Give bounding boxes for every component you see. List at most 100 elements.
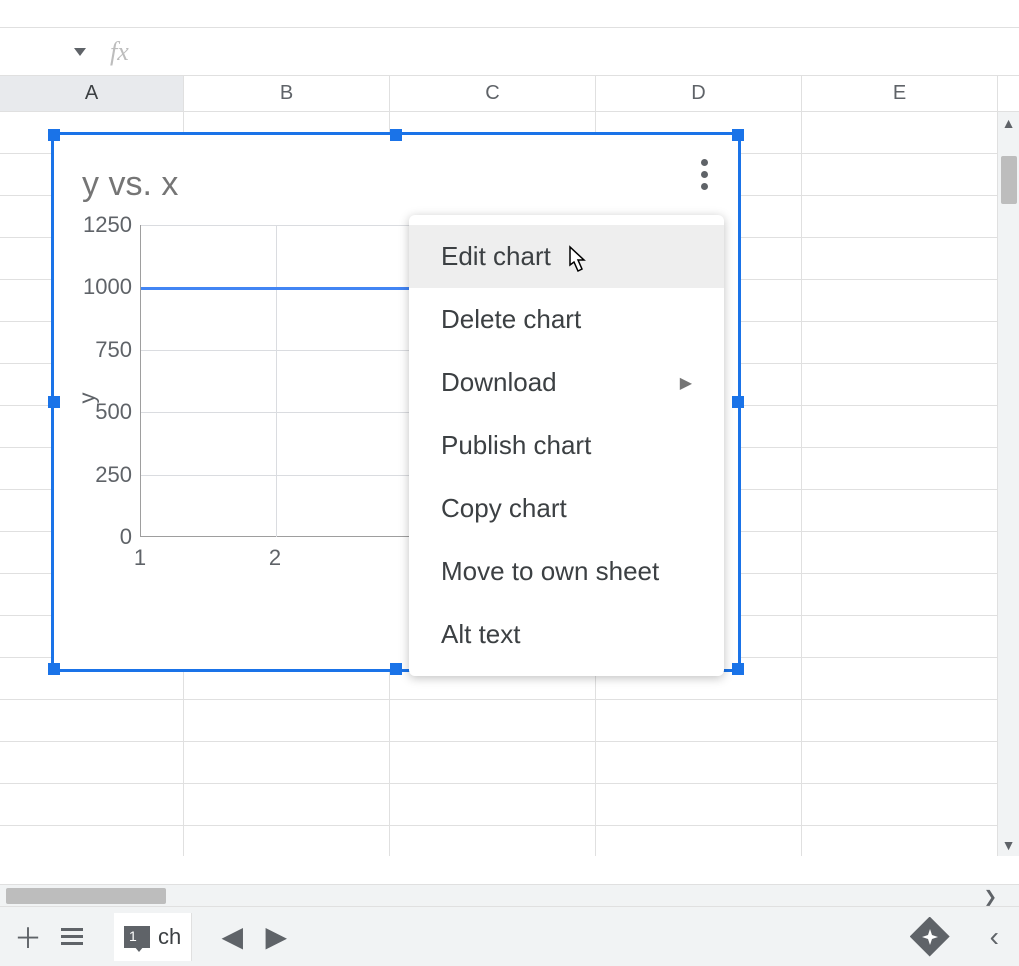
scroll-down-icon[interactable]: ▼ [998,834,1019,856]
selection-handle-se[interactable] [732,663,744,675]
grid-cell[interactable] [390,700,596,741]
grid-cell[interactable] [802,532,998,573]
grid-row [0,826,1019,856]
chart-count-badge-icon: 1 [124,926,150,948]
chart-title[interactable]: y vs. x [82,165,178,204]
column-header-e[interactable]: E [802,76,998,111]
selection-handle-sw[interactable] [48,663,60,675]
menu-item-publish-chart[interactable]: Publish chart [409,414,724,477]
selection-handle-ne[interactable] [732,129,744,141]
menu-item-copy-chart[interactable]: Copy chart [409,477,724,540]
menu-item-label: Move to own sheet [441,556,659,587]
chart-series-line [141,287,411,290]
x-tick: 2 [269,545,281,571]
selection-handle-n[interactable] [390,129,402,141]
chart-plot-area: y 1250 1000 750 500 250 0 1 [140,225,410,595]
y-tick: 750 [80,337,140,363]
grid-cell[interactable] [802,700,998,741]
grid-cell[interactable] [184,742,390,783]
grid-cell[interactable] [802,154,998,195]
grid-cell[interactable] [596,700,802,741]
grid-cell[interactable] [802,742,998,783]
scroll-right-icon[interactable]: ❯ [984,887,997,907]
sheet-tab-bar: ＋ 1 ch ◀ ▶ ‹ [0,906,1019,966]
submenu-arrow-icon: ▶ [680,373,692,393]
grid-cell[interactable] [802,364,998,405]
horizontal-scrollbar[interactable]: ❯ [0,884,1019,906]
menu-item-label: Download [441,367,557,398]
grid-row [0,784,1019,826]
y-tick: 1000 [80,274,140,300]
sheet-tab-label: ch [158,924,181,950]
formula-bar: fx [0,28,1019,76]
grid-cell[interactable] [802,616,998,657]
scroll-up-icon[interactable]: ▲ [998,112,1019,134]
grid-cell[interactable] [596,826,802,856]
grid-cell[interactable] [802,826,998,856]
grid-cell[interactable] [184,784,390,825]
sparkle-icon [922,929,938,945]
scroll-thumb-h[interactable] [6,888,166,904]
sheet-next-button[interactable]: ▶ [254,915,298,959]
selection-handle-nw[interactable] [48,129,60,141]
formula-input[interactable] [129,28,1011,75]
grid-row [0,742,1019,784]
grid-cell[interactable] [390,742,596,783]
grid-cell[interactable] [390,826,596,856]
menu-item-label: Alt text [441,619,520,650]
all-sheets-button[interactable] [50,915,94,959]
grid-cell[interactable] [802,448,998,489]
column-header-b[interactable]: B [184,76,390,111]
grid-cell[interactable] [0,826,184,856]
x-tick: 1 [134,545,146,571]
grid-cell[interactable] [0,784,184,825]
grid-cell[interactable] [802,112,998,153]
grid-cell[interactable] [802,406,998,447]
fx-label: fx [110,37,129,67]
y-tick: 0 [80,524,140,550]
column-header-c[interactable]: C [390,76,596,111]
grid-cell[interactable] [184,700,390,741]
selection-handle-s[interactable] [390,663,402,675]
column-header-d[interactable]: D [596,76,802,111]
add-sheet-button[interactable]: ＋ [6,915,50,959]
chevron-down-icon [74,48,86,56]
grid-cell[interactable] [802,658,998,699]
grid-cell[interactable] [596,742,802,783]
sheet-tab-active[interactable]: 1 ch [114,913,192,961]
explore-button[interactable] [910,917,950,957]
menu-item-alt-text[interactable]: Alt text [409,603,724,666]
menu-item-label: Edit chart [441,241,551,272]
selection-handle-w[interactable] [48,396,60,408]
grid-cell[interactable] [802,322,998,363]
chart-context-menu: Edit chart Delete chart Download ▶ Publi… [409,215,724,676]
menu-item-delete-chart[interactable]: Delete chart [409,288,724,351]
grid-cell[interactable] [0,742,184,783]
grid-cell[interactable] [802,280,998,321]
grid-cell[interactable] [802,574,998,615]
side-panel-toggle[interactable]: ‹ [990,921,999,953]
vertical-scrollbar[interactable]: ▲ ▼ [997,112,1019,856]
column-header-a[interactable]: A [0,76,184,111]
grid-cell[interactable] [0,700,184,741]
grid-cell[interactable] [390,784,596,825]
grid-cell[interactable] [802,490,998,531]
name-box-dropdown[interactable] [8,48,86,56]
scroll-thumb[interactable] [1001,156,1017,204]
menu-item-move-own-sheet[interactable]: Move to own sheet [409,540,724,603]
selection-handle-e[interactable] [732,396,744,408]
grid-cell[interactable] [596,784,802,825]
grid-cell[interactable] [802,784,998,825]
column-header-row: A B C D E [0,76,1019,112]
grid-row [0,700,1019,742]
y-tick: 500 [80,399,140,425]
menu-item-label: Copy chart [441,493,567,524]
chart-more-icon[interactable] [695,153,714,196]
grid-cell[interactable] [802,196,998,237]
sheet-prev-button[interactable]: ◀ [210,915,254,959]
menu-item-label: Publish chart [441,430,591,461]
menu-item-edit-chart[interactable]: Edit chart [409,225,724,288]
grid-cell[interactable] [802,238,998,279]
menu-item-download[interactable]: Download ▶ [409,351,724,414]
grid-cell[interactable] [184,826,390,856]
